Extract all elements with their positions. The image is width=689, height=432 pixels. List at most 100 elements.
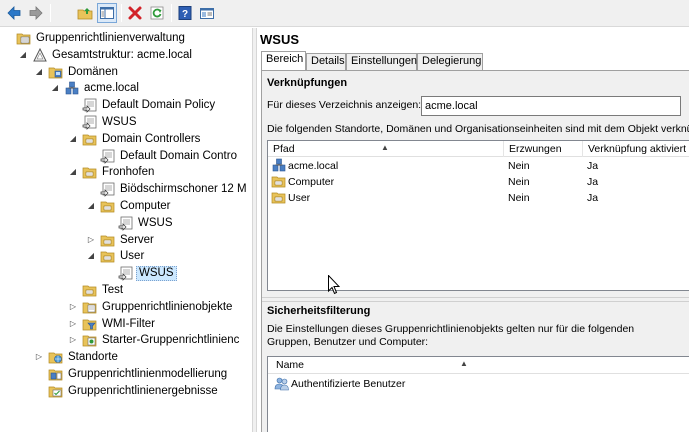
security-listview[interactable]: Name ▲ Authentifizierte Benutzer [267, 356, 689, 432]
tree-item[interactable]: ◢ acme.local [0, 80, 252, 97]
forest-icon [32, 47, 48, 63]
tree-item-label: Test [102, 284, 124, 296]
ou-folder-icon [100, 233, 116, 248]
gpo-link-icon [82, 98, 98, 114]
link-row[interactable]: User Nein Ja [268, 190, 689, 206]
tree-item[interactable]: WSUS [0, 215, 252, 232]
toolbar-separator [171, 4, 172, 22]
tree-item[interactable]: ◢ User [0, 248, 252, 265]
tree-expand-icon[interactable]: ▷ [68, 319, 78, 329]
tree-expand-icon[interactable]: ▷ [68, 335, 78, 345]
tree-item-label: Gruppenrichtlinienobjekte [102, 300, 233, 313]
tree-expand-icon[interactable]: ▷ [34, 352, 44, 362]
show-hide-console-tree-icon[interactable] [97, 3, 117, 23]
delete-icon[interactable] [125, 3, 145, 23]
tree-item[interactable]: Gruppenrichtlinienverwaltung [0, 30, 252, 47]
column-verknuepfung-aktiviert[interactable]: Verknüpfung aktiviert [583, 141, 689, 157]
details-pane: WSUS Bereich Details Einstellungen Deleg… [257, 28, 689, 432]
properties-icon[interactable] [197, 3, 217, 23]
tree-expand-icon[interactable]: ▷ [68, 302, 78, 312]
link-path: User [288, 192, 311, 204]
gpo-container-icon [82, 300, 98, 315]
tab-delegierung[interactable]: Delegierung [417, 53, 483, 70]
tree-item[interactable]: WSUS [0, 265, 252, 282]
sort-ascending-icon: ▲ [460, 359, 468, 368]
location-combobox[interactable]: acme.local [421, 96, 681, 116]
tree-item[interactable]: Biödschirmschoner 12 M [0, 181, 252, 198]
back-icon[interactable] [4, 3, 24, 23]
tree-collapse-icon[interactable]: ◢ [86, 251, 96, 261]
link-path: Computer [288, 176, 335, 188]
ou-folder-icon [82, 283, 98, 298]
tree-item-label: WMI-Filter [102, 317, 156, 330]
security-row[interactable]: Authentifizierte Benutzer [268, 376, 689, 392]
section-splitter[interactable] [262, 297, 689, 302]
tree-item-label: WSUS [138, 216, 173, 229]
location-label: Für dieses Verzeichnis anzeigen: [267, 99, 422, 111]
tree-item[interactable]: Gruppenrichtlinienergebnisse [0, 383, 252, 400]
tree-item[interactable]: ◢ Computer [0, 198, 252, 215]
sort-ascending-icon: ▲ [381, 143, 389, 152]
tree-item[interactable]: Default Domain Policy [0, 97, 252, 114]
tree-collapse-icon[interactable]: ◢ [68, 167, 78, 177]
tree-item[interactable]: ◢ Fronhofen [0, 164, 252, 181]
tree-item[interactable]: ▷ WMI-Filter [0, 316, 252, 333]
links-list-header: Pfad ▲ Erzwungen Verknüpfung aktiviert [268, 141, 689, 157]
tree-item-label: Standorte [68, 351, 118, 364]
tree-item[interactable]: ▷ Standorte [0, 349, 252, 366]
tree-item-label: WSUS [102, 116, 137, 128]
gpo-link-icon [100, 149, 116, 164]
tree-item-label: WSUS [136, 266, 177, 282]
gpo-link-icon [100, 182, 116, 198]
tree-item[interactable]: ◢ Domänen [0, 64, 252, 81]
tree-collapse-icon[interactable]: ◢ [68, 134, 78, 144]
refresh-icon[interactable] [147, 3, 167, 23]
tree-item[interactable]: ◢ Domain Controllers [0, 131, 252, 148]
tab-details[interactable]: Details [306, 53, 346, 70]
tree-item[interactable]: ▷ Starter-Gruppenrichtlinienc [0, 332, 252, 349]
toolbar-separator [50, 4, 51, 22]
tree-collapse-icon[interactable]: ◢ [18, 50, 28, 60]
tree-item[interactable]: Default Domain Contro [0, 148, 252, 165]
links-listview[interactable]: Pfad ▲ Erzwungen Verknüpfung aktiviert a… [267, 140, 689, 291]
tree-collapse-icon[interactable]: ◢ [34, 67, 44, 77]
help-icon[interactable]: ? [175, 3, 195, 23]
column-pfad[interactable]: Pfad ▲ [268, 141, 504, 157]
column-name[interactable]: Name ▲ [268, 357, 689, 373]
link-enforced: Nein [508, 160, 530, 172]
tree-item[interactable]: ◢ Gesamtstruktur: acme.local [0, 47, 252, 64]
tree-item-label: Gesamtstruktur: acme.local [52, 48, 192, 61]
column-erzwungen[interactable]: Erzwungen [504, 141, 583, 157]
tree-item-label: Default Domain Contro [120, 149, 237, 162]
tree-item[interactable]: Gruppenrichtlinienmodellierung [0, 366, 252, 383]
link-path: acme.local [288, 160, 339, 172]
tree-item-label: Fronhofen [102, 166, 155, 179]
tree-item-label: Gruppenrichtlinienmodellierung [68, 368, 228, 380]
links-heading: Verknüpfungen [267, 77, 348, 89]
tree-item-label: Domänen [68, 65, 118, 78]
starter-gpo-icon [82, 333, 98, 348]
up-folder-icon[interactable] [75, 3, 95, 23]
tab-bereich[interactable]: Bereich [261, 51, 306, 70]
tab-einstellungen[interactable]: Einstellungen [346, 53, 417, 70]
tree-expand-icon[interactable]: ▷ [86, 235, 96, 245]
gpo-link-icon [82, 115, 98, 130]
tree-collapse-icon[interactable]: ◢ [86, 201, 96, 211]
gpo-title: WSUS [260, 32, 299, 47]
svg-text:?: ? [182, 9, 188, 20]
ou-folder-icon [82, 165, 98, 180]
tree-item[interactable]: ▷ Server [0, 232, 252, 249]
link-row[interactable]: Computer Nein Ja [268, 174, 689, 190]
tree-item-label: Biödschirmschoner 12 M [120, 183, 247, 196]
location-value: acme.local [425, 100, 478, 112]
forward-icon[interactable] [26, 3, 46, 23]
tree-item[interactable]: Test [0, 282, 252, 299]
console-tree[interactable]: Gruppenrichtlinienverwaltung ◢ Gesamtstruk… [0, 28, 252, 432]
gp-modeling-icon [48, 367, 64, 382]
tree-item[interactable]: WSUS [0, 114, 252, 131]
link-enabled: Ja [587, 160, 599, 172]
link-row[interactable]: acme.local Nein Ja [268, 158, 689, 174]
tree-item[interactable]: ▷ Gruppenrichtlinienobjekte [0, 299, 252, 316]
tree-collapse-icon[interactable]: ◢ [50, 83, 60, 93]
security-principal-name: Authentifizierte Benutzer [291, 378, 406, 390]
